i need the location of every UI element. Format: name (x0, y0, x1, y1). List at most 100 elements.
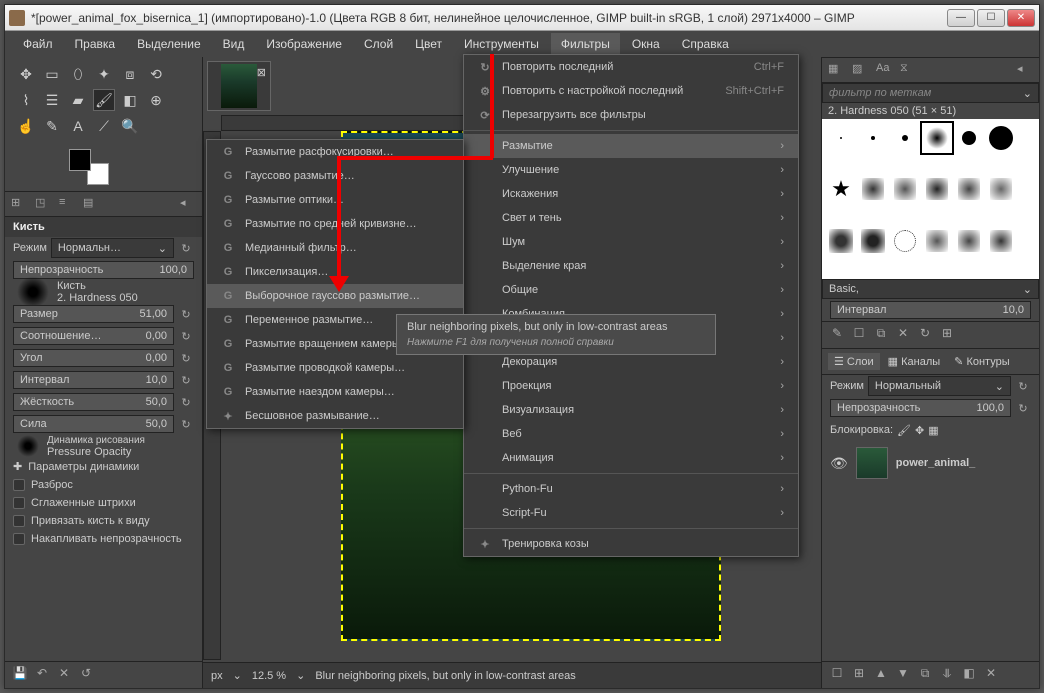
menu-file[interactable]: Файл (13, 33, 63, 55)
blur-zoom-motion[interactable]: GРазмытие наездом камеры… (207, 380, 463, 404)
zoom-dropdown[interactable]: 12.5 % (252, 670, 286, 682)
brush-preset-dropdown[interactable]: Basic,⌄ (822, 279, 1039, 299)
menu-windows[interactable]: Окна (622, 33, 670, 55)
menu-layer[interactable]: Слой (354, 33, 403, 55)
filters-blur[interactable]: Размытие› (464, 134, 798, 158)
menu-view[interactable]: Вид (213, 33, 255, 55)
del-brush-icon[interactable]: ✕ (894, 326, 912, 344)
filters-distort[interactable]: Искажения› (464, 182, 798, 206)
filters-noise[interactable]: Шум› (464, 230, 798, 254)
delete-preset-icon[interactable]: ✕ (55, 666, 73, 684)
filters-script-fu[interactable]: Script-Fu› (464, 501, 798, 525)
del-layer-icon[interactable]: ✕ (982, 666, 1000, 684)
brushes-tab-icon[interactable]: ▦ (828, 62, 844, 78)
fg-color[interactable] (69, 149, 91, 171)
layer-down-icon[interactable]: ▼ (894, 666, 912, 684)
tool-rect-select-icon[interactable]: ▭ (41, 63, 63, 85)
hardness-reset-icon[interactable]: ↻ (178, 396, 194, 409)
filters-repeat-settings[interactable]: ⚙Повторить с настройкой последнийShift+C… (464, 79, 798, 103)
opacity-reset-icon[interactable]: ↻ (1015, 402, 1031, 415)
blur-median[interactable]: GМедианный фильтр… (207, 236, 463, 260)
filters-repeat-last[interactable]: ↻Повторить последнийCtrl+F (464, 55, 798, 79)
tool-zoom-icon[interactable]: 🔍 (119, 115, 141, 137)
size-reset-icon[interactable]: ↻ (178, 308, 194, 321)
minimize-button[interactable]: — (947, 9, 975, 27)
angle-slider[interactable]: Угол0,00 (13, 349, 174, 367)
save-preset-icon[interactable]: 💾 (11, 666, 29, 684)
ratio-reset-icon[interactable]: ↻ (178, 330, 194, 343)
blur-selective-gaussian[interactable]: GВыборочное гауссово размытие… (207, 284, 463, 308)
new-brush-icon[interactable]: ☐ (850, 326, 868, 344)
menu-filters[interactable]: Фильтры (551, 33, 620, 55)
image-tab[interactable]: ⊠ (207, 61, 271, 111)
refresh-brush-icon[interactable]: ↻ (916, 326, 934, 344)
tool-wand-icon[interactable]: ✦ (93, 63, 115, 85)
filters-reload[interactable]: ⟳Перезагрузить все фильтры (464, 103, 798, 127)
filters-render[interactable]: Визуализация› (464, 398, 798, 422)
layers-tab[interactable]: ☰ Слои (828, 353, 880, 370)
blur-gaussian[interactable]: GГауссово размытие… (207, 164, 463, 188)
brush-filter-input[interactable]: фильтр по меткам⌄ (822, 83, 1039, 103)
brush-interval-slider[interactable]: Интервал10,0 (830, 301, 1031, 319)
paths-tab[interactable]: ✎ Контуры (948, 353, 1015, 370)
blur-linear-motion[interactable]: GРазмытие проводкой камеры… (207, 356, 463, 380)
merge-layer-icon[interactable]: ⥥ (938, 666, 956, 684)
expand-icon[interactable]: ✚ (13, 460, 22, 473)
tool-measure-icon[interactable]: ⟋ (93, 115, 115, 137)
dup-brush-icon[interactable]: ⧉ (872, 326, 890, 344)
size-slider[interactable]: Размер51,00 (13, 305, 174, 323)
tool-move-icon[interactable]: ✥ (15, 63, 37, 85)
filters-goat[interactable]: ✦Тренировка козы (464, 532, 798, 556)
lock-position-icon[interactable]: ✥ (915, 424, 924, 437)
filters-map[interactable]: Проекция› (464, 374, 798, 398)
brush-grid[interactable]: ★ (822, 119, 1039, 279)
tool-paintbrush-icon[interactable]: 🖌 (93, 89, 115, 111)
tool-transform-icon[interactable]: ⟲ (145, 63, 167, 85)
visibility-icon[interactable]: 👁 (830, 455, 848, 472)
tool-crop-icon[interactable]: ⧈ (119, 63, 141, 85)
menu-image[interactable]: Изображение (256, 33, 352, 55)
hardness-slider[interactable]: Жёсткость50,0 (13, 393, 174, 411)
reset-preset-icon[interactable]: ↺ (77, 666, 95, 684)
tool-type-icon[interactable]: A (67, 115, 89, 137)
dynamics-icon[interactable] (17, 435, 39, 457)
layer-mode-dropdown[interactable]: Нормальный⌄ (868, 376, 1011, 396)
patterns-tab-icon[interactable]: ▨ (852, 62, 868, 78)
fonts-tab-icon[interactable]: Aa (876, 62, 892, 78)
panel-menu-icon[interactable]: ◂ (1017, 62, 1033, 78)
history-tab-icon[interactable]: ⧖ (900, 62, 916, 78)
filters-enhance[interactable]: Улучшение› (464, 158, 798, 182)
mask-layer-icon[interactable]: ◧ (960, 666, 978, 684)
blur-focus[interactable]: GРазмытие расфокусировки… (207, 140, 463, 164)
color-swatches[interactable] (69, 149, 109, 185)
filters-python-fu[interactable]: Python-Fu› (464, 477, 798, 501)
open-brush-icon[interactable]: ⊞ (938, 326, 956, 344)
blur-mean-curvature[interactable]: GРазмытие по средней кривизне… (207, 212, 463, 236)
filters-animation[interactable]: Анимация› (464, 446, 798, 470)
blur-pixelize[interactable]: GПикселизация… (207, 260, 463, 284)
tool-path-icon[interactable]: ✎ (41, 115, 63, 137)
layer-opacity-slider[interactable]: Непрозрачность100,0 (830, 399, 1011, 417)
angle-reset-icon[interactable]: ↻ (178, 352, 194, 365)
tool-text-icon[interactable]: ☰ (41, 89, 63, 111)
lock-brush-checkbox[interactable] (13, 515, 25, 527)
menu-colors[interactable]: Цвет (405, 33, 452, 55)
smooth-checkbox[interactable] (13, 497, 25, 509)
tab-close-icon[interactable]: ⊠ (257, 66, 266, 79)
mode-reset-icon[interactable]: ↻ (178, 242, 194, 255)
menu-select[interactable]: Выделение (127, 33, 211, 55)
layer-up-icon[interactable]: ▲ (872, 666, 890, 684)
tool-eraser-icon[interactable]: ◧ (119, 89, 141, 111)
interval-slider[interactable]: Интервал10,0 (13, 371, 174, 389)
scatter-checkbox[interactable] (13, 479, 25, 491)
unit-dropdown[interactable]: px (211, 670, 223, 682)
layer-mode-reset-icon[interactable]: ↻ (1015, 380, 1031, 393)
channels-tab[interactable]: ▦ Каналы (882, 353, 947, 370)
maximize-button[interactable]: ☐ (977, 9, 1005, 27)
new-layer-icon[interactable]: ☐ (828, 666, 846, 684)
layer-name[interactable]: power_animal_ (896, 457, 975, 469)
menu-edit[interactable]: Правка (65, 33, 126, 55)
close-button[interactable]: ✕ (1007, 9, 1035, 27)
blur-tileable[interactable]: ✦Бесшовное размывание… (207, 404, 463, 428)
interval-reset-icon[interactable]: ↻ (178, 374, 194, 387)
